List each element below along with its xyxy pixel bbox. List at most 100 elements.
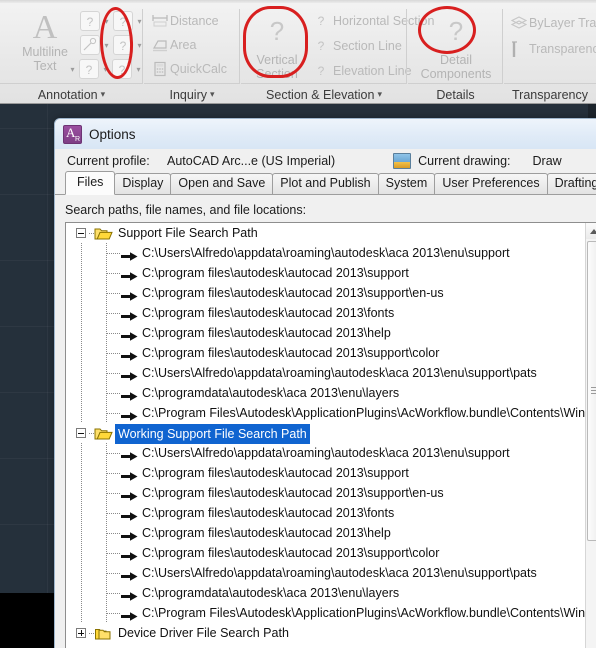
tree-path-row[interactable]: C:\programdata\autodesk\aca 2013\enu\lay…	[66, 583, 585, 603]
vertical-section-button[interactable]: ? Vertical Section	[245, 11, 309, 81]
options-dialog: Options Current profile: AutoCAD Arc...e…	[54, 118, 596, 648]
chevron-down-icon[interactable]: ▾	[68, 65, 77, 74]
vertical-section-label-2: Section	[256, 67, 298, 81]
tree-path-label: C:\programdata\autodesk\aca 2013\enu\lay…	[142, 386, 400, 400]
tree-path-row[interactable]: C:\program files\autodesk\autocad 2013\h…	[66, 523, 585, 543]
unknown-placeholder-icon[interactable]: ?	[80, 11, 100, 31]
tree-path-row[interactable]: C:\program files\autodesk\autocad 2013\h…	[66, 323, 585, 343]
tree-path-label: C:\program files\autodesk\autocad 2013\h…	[142, 526, 391, 540]
unknown-placeholder-icon[interactable]: ?	[112, 59, 132, 79]
tree-connector	[81, 563, 82, 583]
inquiry-item-area[interactable]: Area	[152, 37, 196, 53]
arrow-icon	[121, 328, 138, 341]
tree-path-row[interactable]: C:\programdata\autodesk\aca 2013\enu\lay…	[66, 383, 585, 403]
options-tabstrip: Files Display Open and Save Plot and Pub…	[55, 171, 596, 195]
tree-connector	[107, 373, 121, 374]
panel-chevron-down-icon[interactable]: ▾	[377, 89, 382, 99]
transparency-slider-row[interactable]: Transparency	[511, 41, 596, 57]
chevron-down-icon[interactable]: ▾	[101, 65, 110, 74]
arrow-icon	[121, 248, 138, 261]
tree-connector	[81, 403, 82, 423]
tree-connector	[107, 333, 121, 334]
tree-connector	[81, 323, 82, 343]
tree-vertical-scrollbar[interactable]	[585, 223, 596, 648]
tree-connector	[107, 313, 121, 314]
tab-plot-and-publish[interactable]: Plot and Publish	[272, 173, 379, 194]
leader-icon[interactable]	[80, 35, 100, 55]
tree-connector	[107, 513, 121, 514]
tab-system[interactable]: System	[377, 173, 436, 194]
tree-path-row[interactable]: C:\program files\autodesk\autocad 2013\s…	[66, 343, 585, 363]
tree-path-row[interactable]: C:\Users\Alfredo\appdata\roaming\autodes…	[66, 563, 585, 583]
tree-path-row[interactable]: C:\Users\Alfredo\appdata\roaming\autodes…	[66, 363, 585, 383]
search-paths-caption: Search paths, file names, and file locat…	[65, 203, 307, 217]
tree-path-row[interactable]: C:\program files\autodesk\autocad 2013\s…	[66, 463, 585, 483]
tab-drafting[interactable]: Drafting	[546, 173, 596, 194]
tree-group-row[interactable]: Working Support File Search Path	[66, 423, 585, 444]
inquiry-label-area: Area	[170, 38, 197, 52]
annotation-row-2[interactable]: ▾ ? ▾	[80, 35, 144, 55]
panel-chevron-down-icon[interactable]: ▾	[210, 89, 215, 99]
inquiry-item-distance[interactable]: Distance	[152, 13, 219, 29]
section-line-icon[interactable]: ?	[311, 36, 331, 56]
panel-title-inquiry[interactable]: Inquiry ▾	[144, 88, 240, 102]
panel-title-text: Transparency	[512, 88, 588, 102]
tree-group-label: Support File Search Path	[118, 226, 258, 240]
tree-group-row[interactable]: Device Driver File Search Path	[66, 623, 585, 643]
tree-path-row[interactable]: C:\program files\autodesk\autocad 2013\s…	[66, 283, 585, 303]
panel-chevron-down-icon[interactable]: ▾	[101, 89, 106, 99]
tree-path-label: C:\program files\autodesk\autocad 2013\f…	[142, 306, 395, 320]
collapse-icon[interactable]	[76, 228, 86, 238]
panel-divider	[144, 83, 240, 84]
annotation-row-3[interactable]: ▾ ? ▾ ? ▾	[68, 59, 143, 79]
unknown-placeholder-icon[interactable]: ?	[79, 59, 99, 79]
multiline-text-button[interactable]: A Multiline Text	[14, 9, 76, 74]
vertical-section-icon[interactable]: ?	[257, 11, 297, 51]
tree-path-row[interactable]: C:\Program Files\Autodesk\ApplicationPlu…	[66, 603, 585, 623]
inquiry-item-quickcalc[interactable]: QuickCalc	[152, 61, 227, 77]
section-item-elevation-line[interactable]: ? Elevation Line	[311, 61, 412, 81]
detail-components-button[interactable]: ? Detail Components	[412, 11, 500, 81]
tab-display[interactable]: Display	[114, 173, 172, 194]
chevron-down-icon[interactable]: ▾	[102, 17, 111, 26]
tree-group-row[interactable]: Support File Search Path	[66, 223, 585, 243]
tree-path-row[interactable]: C:\program files\autodesk\autocad 2013\f…	[66, 503, 585, 523]
tab-files[interactable]: Files	[65, 171, 116, 195]
tree-connector	[81, 543, 82, 563]
tree-connector	[107, 353, 121, 354]
tree-path-row[interactable]: C:\program files\autodesk\autocad 2013\s…	[66, 263, 585, 283]
multiline-text-icon: A	[32, 9, 58, 46]
panel-title-section-elevation[interactable]: Section & Elevation ▾	[241, 88, 407, 102]
tree-connector	[107, 553, 121, 554]
tree-path-row[interactable]: C:\Users\Alfredo\appdata\roaming\autodes…	[66, 443, 585, 463]
scroll-up-button[interactable]	[586, 223, 596, 239]
quickcalc-icon	[152, 61, 168, 77]
tree-path-label: C:\program files\autodesk\autocad 2013\s…	[142, 346, 440, 360]
dialog-titlebar[interactable]: Options	[55, 119, 596, 149]
elevation-line-icon[interactable]: ?	[311, 61, 331, 81]
tree-path-row[interactable]: C:\program files\autodesk\autocad 2013\s…	[66, 483, 585, 503]
detail-components-icon[interactable]: ?	[436, 11, 476, 51]
annotation-row-1[interactable]: ? ▾ ? ▾	[80, 11, 144, 31]
transparency-item-bylayer[interactable]: ByLayer Transp	[510, 15, 596, 31]
tree-path-row[interactable]: C:\Users\Alfredo\appdata\roaming\autodes…	[66, 243, 585, 263]
expand-icon[interactable]	[76, 628, 86, 638]
scrollbar-thumb[interactable]	[587, 241, 596, 541]
horizontal-section-icon[interactable]: ?	[311, 11, 331, 31]
tree-path-row[interactable]: C:\program files\autodesk\autocad 2013\s…	[66, 543, 585, 563]
chevron-down-icon[interactable]: ▾	[102, 41, 111, 50]
tree-path-row[interactable]: C:\program files\autodesk\autocad 2013\f…	[66, 303, 585, 323]
unknown-placeholder-icon[interactable]: ?	[113, 11, 133, 31]
tree-connector	[107, 533, 121, 534]
search-paths-tree[interactable]: Support File Search Path C:\Users\Alfredo…	[65, 222, 596, 648]
tree-path-row[interactable]: C:\Program Files\Autodesk\ApplicationPlu…	[66, 403, 585, 423]
panel-title-details[interactable]: Details	[408, 88, 503, 102]
collapse-icon[interactable]	[76, 428, 86, 438]
panel-title-annotation[interactable]: Annotation ▾	[0, 88, 143, 102]
unknown-placeholder-icon[interactable]: ?	[113, 35, 133, 55]
arrow-icon	[121, 528, 138, 541]
section-item-line[interactable]: ? Section Line	[311, 36, 402, 56]
panel-title-transparency[interactable]: Transparency	[504, 88, 596, 102]
tab-user-preferences[interactable]: User Preferences	[434, 173, 548, 194]
tab-open-and-save[interactable]: Open and Save	[170, 173, 274, 194]
